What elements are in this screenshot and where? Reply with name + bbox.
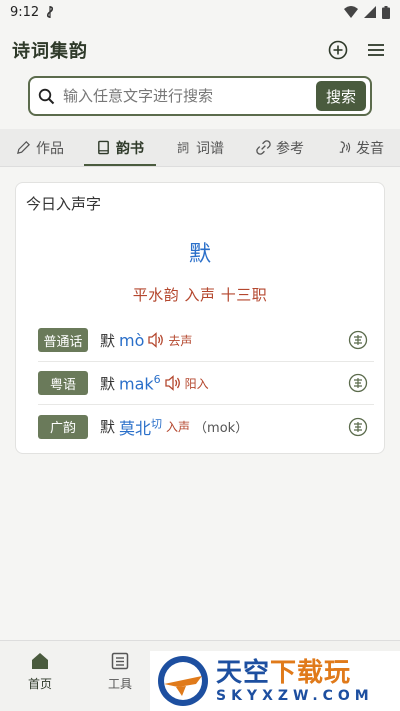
jyutping: mak6 [119,373,161,393]
speak-icon [339,141,351,153]
jyutping-text: mak [119,374,154,394]
tools-icon [111,652,129,670]
home-icon [32,653,48,669]
hamburger-icon [368,44,384,56]
tab-rhyme-book-label: 韵书 [116,140,144,157]
pencil-icon [17,141,30,154]
nav-home-label: 首页 [27,677,52,691]
search-wrap: 搜索 [0,76,400,116]
tab-bar: 作品 韵书 詞 词谱 参考 发音 [0,129,400,167]
badge-mandarin: 普通话 [38,328,88,352]
pronunciation-row-cantonese: 粤语 默 mak6 阳入 [38,362,374,405]
daily-character-card: 今日入声字 默 平水韵 入声 十三职 普通话 默 mò 去声 粤语 默 mak6… [15,182,385,454]
status-right [344,5,390,19]
featured-character[interactable]: 默 [26,236,374,268]
app-title: 诗词集韵 [12,41,88,62]
row-character: 默 [100,331,116,350]
pinyin: mò [119,331,144,350]
tab-ci-patterns-label: 词谱 [196,140,224,157]
tab-ci-patterns[interactable]: 詞 词谱 [160,129,240,166]
badge-guangyun: 广韵 [38,414,88,439]
ci-icon: 詞 [177,141,189,155]
status-left: 9:12 [10,5,55,20]
row-character: 默 [100,374,116,393]
tone-label: 入声 [166,420,191,434]
watermark-main-b: 下载玩 [270,658,352,688]
watermark: 天空下载玩 SKYXZW.COM [150,651,400,711]
seal-icon[interactable] [348,417,368,437]
fanqie-qie: 切 [151,417,163,431]
seal-icon[interactable] [348,330,368,350]
rhyme-category[interactable]: 平水韵 入声 十三职 [26,284,374,305]
plus-circle-icon [328,40,348,60]
svg-text:詞: 詞 [177,141,189,155]
search-box: 搜索 [28,76,372,116]
add-button[interactable] [326,38,350,62]
wifi-icon [344,6,358,18]
fanqie[interactable]: 莫北切 [119,415,162,439]
fanqie-text: 莫北 [119,418,152,438]
pinyin-text: mò [119,330,145,350]
signal-icon [364,6,376,18]
menu-button[interactable] [364,38,388,62]
tone-label: 阳入 [184,376,209,391]
card-title: 今日入声字 [26,195,102,213]
jyutping-tone-number: 6 [153,372,161,386]
app-header: 诗词集韵 [0,24,400,76]
tab-pronunciation[interactable]: 发音 [320,129,400,166]
battery-icon [382,5,390,19]
tone-label: 去声 [168,333,193,348]
tab-pronunciation-label: 发音 [356,140,384,157]
search-input[interactable] [63,87,308,105]
pronunciation-list: 普通话 默 mò 去声 粤语 默 mak6 阳入 广韵 默 莫北切 入声 （mo… [26,319,374,448]
tab-reference[interactable]: 参考 [240,129,320,166]
notification-icon [47,6,54,18]
link-icon [256,140,271,155]
pronunciation-row-guangyun: 广韵 默 莫北切 入声 （mok） [38,405,374,448]
nav-home[interactable]: 首页 [0,641,80,711]
tab-reference-label: 参考 [276,140,304,157]
status-time: 9:12 [10,4,40,20]
pronunciation-row-mandarin: 普通话 默 mò 去声 [38,319,374,362]
watermark-main-a: 天空 [216,658,271,688]
speaker-icon[interactable] [164,375,182,391]
tab-works-label: 作品 [36,140,64,157]
seal-icon[interactable] [348,373,368,393]
badge-cantonese: 粤语 [38,371,88,395]
tab-works[interactable]: 作品 [0,129,80,166]
search-button[interactable]: 搜索 [315,81,366,111]
watermark-main: 天空下载玩 [216,658,374,688]
reconstruction: （mok） [194,421,249,436]
watermark-logo-icon [158,656,208,706]
nav-tools-label: 工具 [107,677,132,691]
watermark-text: 天空下载玩 SKYXZW.COM [216,658,374,704]
watermark-sub: SKYXZW.COM [216,688,374,704]
search-icon [38,88,55,104]
book-icon [98,140,109,155]
status-bar: 9:12 [0,0,400,24]
nav-tools[interactable]: 工具 [80,641,160,711]
speaker-icon[interactable] [147,332,165,348]
row-character: 默 [100,418,116,436]
tab-rhyme-book[interactable]: 韵书 [80,129,160,166]
header-actions [326,38,388,62]
